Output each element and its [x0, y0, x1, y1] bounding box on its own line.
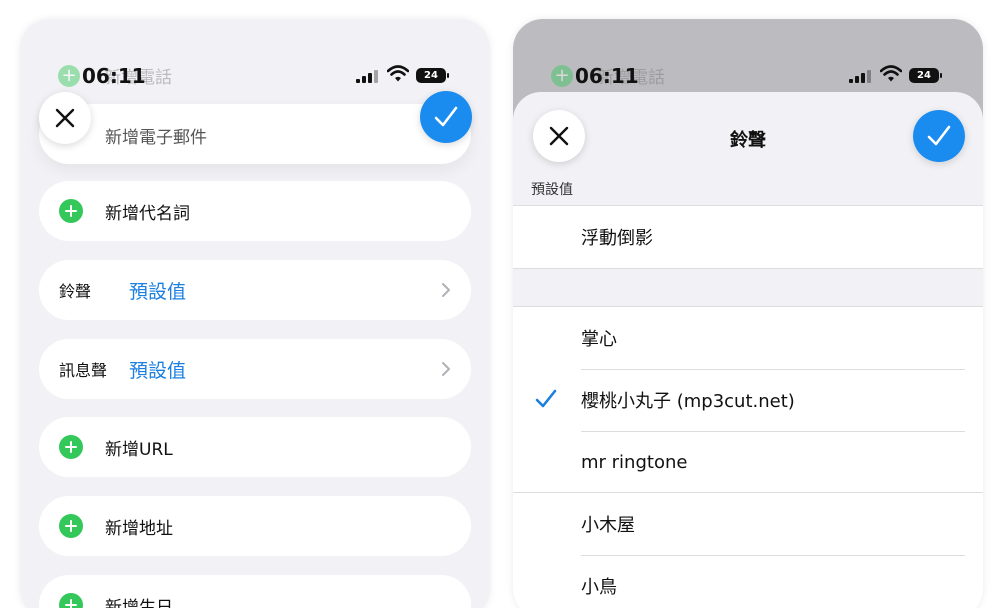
- list-item[interactable]: 小木屋: [513, 493, 983, 555]
- add-pronoun-label: 新增代名詞: [105, 203, 190, 224]
- ringtone-value: 預設值: [129, 280, 187, 303]
- plus-icon: +: [551, 64, 573, 87]
- ringtone-row[interactable]: 鈴聲 預設值: [39, 260, 471, 320]
- close-button[interactable]: [39, 92, 91, 144]
- plus-icon: +: [58, 64, 80, 87]
- close-icon: [55, 108, 75, 128]
- add-url-label: 新增URL: [105, 439, 173, 460]
- close-icon: [549, 126, 569, 146]
- done-button[interactable]: [420, 91, 472, 143]
- custom-ringtones-group: 掌心 櫻桃小丸子 (mp3cut.net) mr ringtone: [513, 306, 983, 494]
- checkmark-icon: [535, 389, 557, 408]
- add-pronoun-row[interactable]: 新增代名詞: [39, 181, 471, 241]
- plus-icon: [59, 435, 83, 459]
- chevron-right-icon: [442, 362, 450, 376]
- add-email-label: 新增電子郵件: [105, 128, 207, 148]
- item-label: 浮動倒影: [581, 228, 653, 249]
- signal-icon: [849, 69, 873, 83]
- done-button[interactable]: [913, 110, 965, 162]
- text-tone-value: 預設值: [129, 359, 187, 382]
- wifi-icon: [387, 65, 409, 82]
- add-birthday-row[interactable]: 新增生日: [39, 575, 471, 608]
- add-address-row[interactable]: 新增地址: [39, 496, 471, 556]
- close-button[interactable]: [533, 110, 585, 162]
- ringtone-key: 鈴聲: [59, 282, 92, 301]
- status-time: 06:11: [575, 64, 639, 88]
- left-screen: + 新增電話 06:11 24 新增電子郵件 新增代名詞 鈴聲 預設值 訊息聲 …: [20, 19, 490, 608]
- add-url-row[interactable]: 新增URL: [39, 417, 471, 477]
- list-item[interactable]: mr ringtone: [513, 431, 983, 493]
- default-group: 浮動倒影: [513, 205, 983, 269]
- item-label: 小木屋: [581, 515, 635, 536]
- add-address-label: 新增地址: [105, 518, 173, 539]
- plus-icon: [59, 199, 83, 223]
- builtin-ringtones-group: 小木屋 小鳥: [513, 492, 983, 608]
- plus-icon: [59, 593, 83, 608]
- right-screen: + 新增電話 06:11 24 鈴聲 預設值 浮動倒影 掌心 櫻桃小丸子 (mp: [513, 19, 983, 608]
- list-item[interactable]: 小鳥: [513, 555, 983, 608]
- list-item[interactable]: 浮動倒影: [513, 206, 983, 268]
- list-item-selected[interactable]: 櫻桃小丸子 (mp3cut.net): [513, 369, 983, 431]
- checkmark-icon: [434, 106, 458, 127]
- add-email-row[interactable]: 新增電子郵件: [39, 104, 471, 164]
- wifi-icon: [880, 65, 902, 82]
- plus-icon: [59, 514, 83, 538]
- item-label: 掌心: [581, 329, 617, 350]
- signal-icon: [356, 69, 380, 83]
- item-label: mr ringtone: [581, 451, 688, 473]
- list-item[interactable]: 掌心: [513, 307, 983, 369]
- text-tone-key: 訊息聲: [59, 361, 108, 380]
- ringtone-sheet: 鈴聲 預設值 浮動倒影 掌心 櫻桃小丸子 (mp3cut.net) mr rin…: [513, 92, 983, 608]
- text-tone-row[interactable]: 訊息聲 預設值: [39, 339, 471, 399]
- add-birthday-label: 新增生日: [105, 597, 173, 608]
- item-label: 小鳥: [581, 577, 617, 598]
- battery-icon: 24: [909, 68, 942, 83]
- checkmark-icon: [927, 125, 951, 146]
- chevron-right-icon: [442, 283, 450, 297]
- status-time: 06:11: [82, 64, 146, 88]
- section-header: 預設值: [531, 182, 573, 198]
- battery-icon: 24: [416, 68, 449, 83]
- item-label: 櫻桃小丸子 (mp3cut.net): [581, 391, 795, 412]
